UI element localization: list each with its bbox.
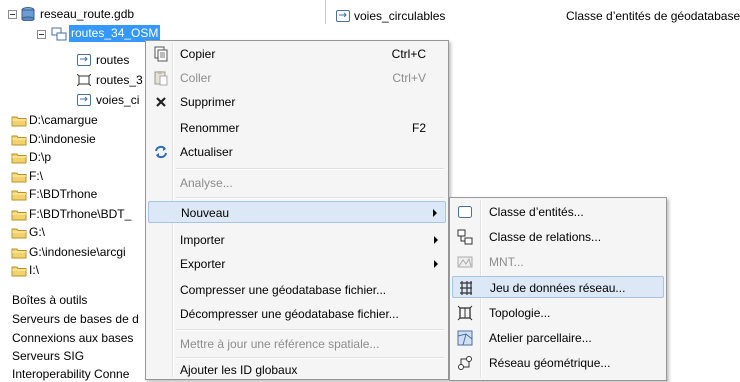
tree-item-folder[interactable]: G:\indonesie\arcgi — [29, 244, 126, 260]
collapse-gdb-toggle[interactable] — [8, 10, 17, 19]
tree-item-folder[interactable]: G:\ — [29, 224, 45, 240]
tree-item-database-servers[interactable]: Serveurs de bases de d — [12, 311, 139, 327]
geometric-network-icon — [457, 355, 473, 371]
tree-item-gdb[interactable]: reseau_route.gdb — [40, 6, 134, 22]
tree-item-folder[interactable]: D:\camargue — [29, 112, 98, 128]
relationship-class-icon — [457, 229, 473, 245]
tree-item-folder[interactable]: F:\BDTrhone\BDT_ — [29, 206, 131, 222]
contents-item-name[interactable]: voies_circulables — [354, 8, 445, 24]
menu-item-import[interactable]: Importer — [148, 229, 446, 251]
folder-connection-icon — [11, 209, 27, 221]
tree-item-folder[interactable]: I:\ — [29, 262, 39, 278]
submenu-item-network-dataset[interactable]: Jeu de données réseau... — [452, 276, 664, 298]
submenu-item-terrain[interactable]: MNT... — [452, 251, 664, 273]
submenu-item-geometric-network[interactable]: Réseau géométrique... — [452, 352, 664, 374]
topology-icon — [76, 73, 92, 87]
menu-item-update-spatial-reference[interactable]: Mettre à jour une référence spatiale... — [148, 333, 446, 355]
tree-item-voies[interactable]: voies_ci — [96, 92, 139, 108]
line-feature-class-icon — [336, 10, 350, 22]
tree-item-routes[interactable]: routes — [96, 52, 129, 68]
submenu-arrow-icon — [433, 209, 437, 217]
submenu-item-feature-class[interactable]: Classe d’entités... — [452, 201, 664, 223]
menu-item-compress[interactable]: Compresser une géodatabase fichier... — [148, 279, 446, 301]
folder-connection-icon — [11, 189, 27, 201]
folder-connection-icon — [11, 152, 27, 164]
line-feature-class-icon — [77, 54, 91, 66]
tree-item-interoperability[interactable]: Interoperability Conne — [12, 366, 129, 382]
submenu-item-relationship-class[interactable]: Classe de relations... — [452, 226, 664, 248]
tree-item-database-connections[interactable]: Connexions aux bases — [12, 330, 133, 346]
folder-connection-icon — [11, 134, 27, 146]
pane-divider[interactable] — [325, 0, 326, 24]
folder-connection-icon — [11, 115, 27, 127]
menu-item-copy[interactable]: Copier Ctrl+C — [148, 43, 446, 65]
delete-icon — [153, 94, 169, 110]
refresh-icon — [153, 144, 169, 160]
menu-item-rename[interactable]: Renommer F2 — [148, 117, 446, 139]
copy-icon — [153, 46, 169, 62]
folder-connection-icon — [11, 171, 27, 183]
topology-icon — [457, 305, 473, 321]
tree-item-routes-topology[interactable]: routes_3 — [96, 72, 143, 88]
contents-item-type: Classe d’entités de géodatabase — [566, 9, 740, 23]
folder-connection-icon — [11, 227, 27, 239]
tree-item-folder[interactable]: F:\ — [29, 168, 43, 184]
tree-item-folder[interactable]: D:\p — [29, 149, 51, 165]
menu-separator — [176, 197, 444, 199]
menu-separator — [176, 329, 444, 331]
menu-item-delete[interactable]: Supprimer — [148, 91, 446, 113]
menu-item-paste[interactable]: Coller Ctrl+V — [148, 67, 446, 89]
feature-class-icon — [457, 204, 473, 220]
paste-icon — [153, 70, 169, 86]
context-menu: Copier Ctrl+C Coller Ctrl+V Supprimer Re… — [145, 40, 449, 380]
tree-item-folder[interactable]: D:\indonesie — [29, 131, 96, 147]
submenu-item-topology[interactable]: Topologie... — [452, 302, 664, 324]
submenu-arrow-icon — [434, 260, 438, 268]
network-dataset-icon — [458, 280, 474, 296]
menu-item-uncompress[interactable]: Décompresser une géodatabase fichier... — [148, 303, 446, 325]
new-submenu: Classe d’entités... Classe de relations.… — [449, 197, 667, 381]
folder-connection-icon — [11, 265, 27, 277]
line-feature-class-icon — [77, 94, 91, 106]
tree-item-folder[interactable]: F:\BDTrhone — [29, 186, 97, 202]
parcel-fabric-icon — [457, 330, 473, 346]
menu-item-add-global-ids[interactable]: Ajouter les ID globaux — [148, 359, 446, 381]
menu-separator — [176, 168, 444, 170]
submenu-item-parcel-fabric[interactable]: Atelier parcellaire... — [452, 327, 664, 349]
menu-item-export[interactable]: Exporter — [148, 253, 446, 275]
folder-connection-icon — [11, 247, 27, 259]
submenu-arrow-icon — [434, 236, 438, 244]
menu-item-new[interactable]: Nouveau — [148, 201, 446, 223]
tree-item-toolboxes[interactable]: Boîtes à outils — [12, 292, 87, 308]
terrain-icon — [457, 254, 473, 270]
file-geodatabase-icon — [21, 7, 35, 22]
feature-dataset-icon — [51, 27, 67, 41]
collapse-dataset-toggle[interactable] — [37, 30, 46, 39]
menu-item-analyze[interactable]: Analyse... — [148, 172, 446, 194]
tree-item-gis-servers[interactable]: Serveurs SIG — [12, 348, 84, 364]
menu-item-refresh[interactable]: Actualiser — [148, 141, 446, 163]
